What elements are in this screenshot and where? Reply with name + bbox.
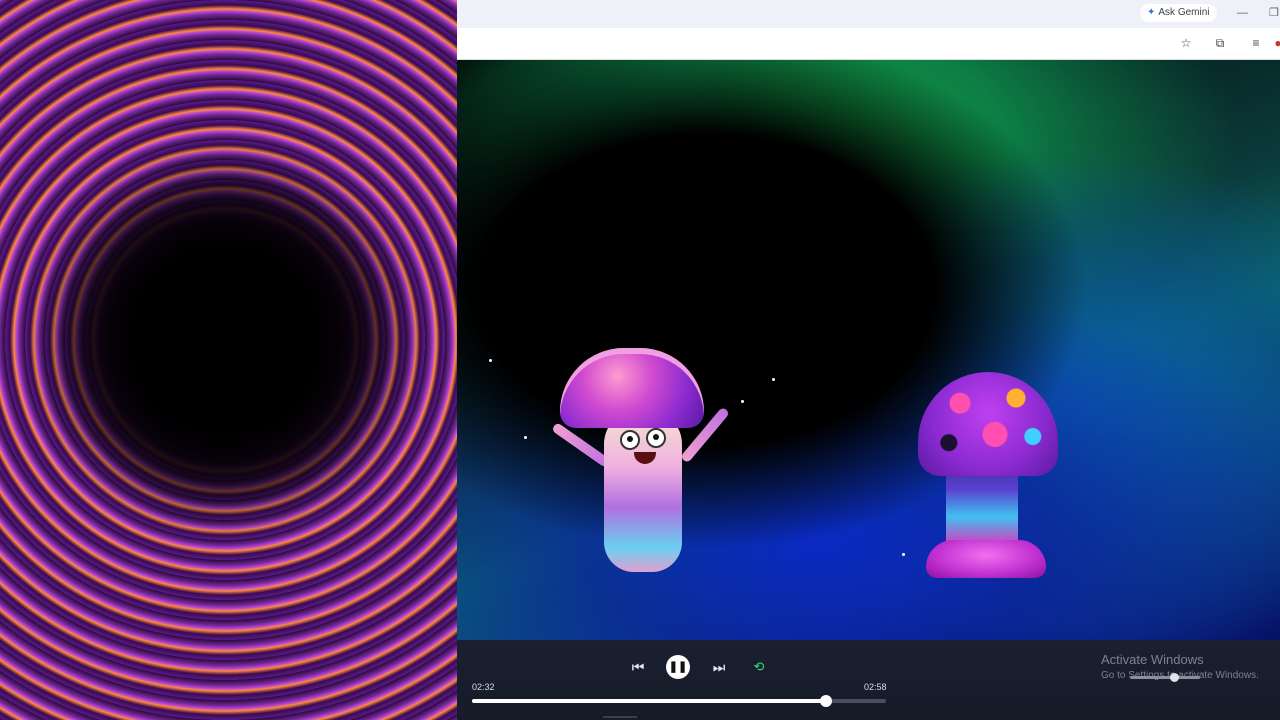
- next-track-icon[interactable]: ⏭: [709, 657, 729, 677]
- screen: ✦ Ask Gemini — ❐ ☆ ⧉ ≡ ● ⏮ ❚❚ ⏭ ⟲ 02:32 …: [0, 0, 1280, 720]
- pause-button[interactable]: ❚❚: [666, 655, 690, 679]
- star-icon[interactable]: ☆: [1178, 35, 1194, 51]
- taskbar-indicator: [603, 716, 637, 718]
- media-controls-icon[interactable]: ≡: [1248, 35, 1264, 51]
- mushroom-character-body: [604, 410, 682, 572]
- volume-handle[interactable]: [1170, 673, 1179, 682]
- current-time: 02:32: [472, 682, 495, 692]
- browser-toolbar: [457, 28, 1280, 60]
- mushroom-two-base: [926, 540, 1046, 578]
- sparkle: [741, 400, 744, 403]
- sparkle: [772, 378, 775, 381]
- video-frame[interactable]: [457, 60, 1280, 640]
- previous-track-icon[interactable]: ⏮: [628, 657, 648, 677]
- minimize-button[interactable]: —: [1237, 4, 1248, 22]
- mushroom-right-eye: [646, 428, 666, 448]
- progress-handle[interactable]: [819, 695, 832, 707]
- extensions-icon[interactable]: ⧉: [1212, 35, 1228, 51]
- profile-icon[interactable]: ●: [1270, 35, 1280, 51]
- volume-slider[interactable]: [1130, 673, 1200, 682]
- repeat-icon[interactable]: ⟲: [749, 657, 769, 677]
- activate-windows-title: Activate Windows: [1101, 652, 1204, 667]
- sparkle: [524, 436, 527, 439]
- ask-gemini-label: Ask Gemini: [1158, 7, 1210, 18]
- sparkle: [489, 359, 492, 362]
- browser-title-bar: ✦ Ask Gemini — ❐: [457, 0, 1280, 28]
- vortex-wallpaper: [0, 0, 457, 720]
- sparkle: [902, 553, 905, 556]
- total-time: 02:58: [864, 682, 887, 692]
- restore-button[interactable]: ❐: [1269, 4, 1279, 22]
- mushroom-left-eye: [620, 430, 640, 450]
- progress-track[interactable]: [472, 695, 886, 707]
- progress-fill: [472, 699, 826, 703]
- ask-gemini-button[interactable]: ✦ Ask Gemini: [1140, 4, 1217, 22]
- gemini-sparkle-icon: ✦: [1147, 7, 1156, 18]
